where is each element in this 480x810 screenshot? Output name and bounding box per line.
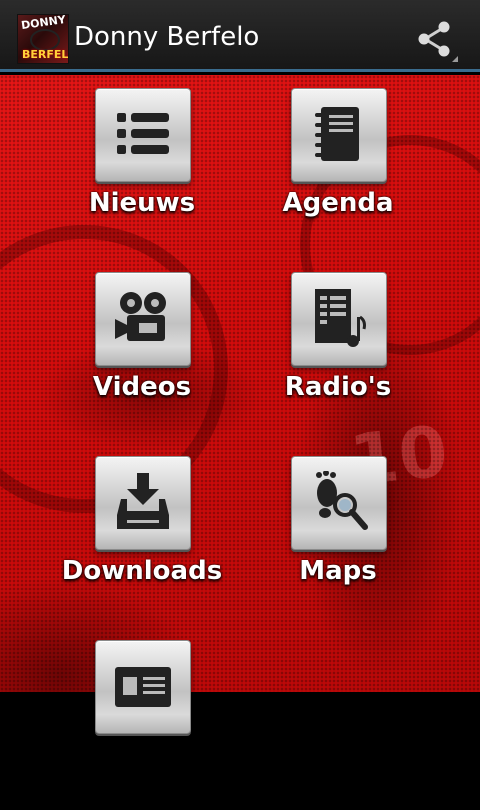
logo-text-bottom: BERFELO xyxy=(22,48,69,61)
menu-item-maps[interactable]: Maps xyxy=(240,456,436,626)
nieuws-button[interactable] xyxy=(95,88,191,182)
radios-button[interactable] xyxy=(291,272,387,366)
share-icon[interactable] xyxy=(414,18,458,62)
downloads-label: Downloads xyxy=(61,556,223,586)
menu-item-videos[interactable]: Videos xyxy=(44,272,240,442)
videos-label: Videos xyxy=(92,372,192,402)
menu-item-downloads[interactable]: Downloads xyxy=(44,456,240,626)
videos-button[interactable] xyxy=(95,272,191,366)
notebook-icon xyxy=(315,107,359,161)
app-logo[interactable]: DONNY BERFELO xyxy=(17,14,69,64)
agenda-label: Agenda xyxy=(282,188,394,218)
action-bar: DONNY BERFELO Donny Berfelo xyxy=(0,0,480,72)
downloads-button[interactable] xyxy=(95,456,191,550)
radios-label: Radio's xyxy=(284,372,392,402)
download-icon xyxy=(117,473,169,529)
app-title: Donny Berfelo xyxy=(74,22,260,52)
list-icon xyxy=(117,113,169,154)
menu-item-radios[interactable]: Radio's xyxy=(240,272,436,442)
menu-item-nieuws[interactable]: Nieuws xyxy=(44,88,240,258)
contact-button[interactable] xyxy=(95,640,191,734)
contact-card-icon xyxy=(115,667,171,707)
camera-icon xyxy=(115,292,166,341)
nieuws-label: Nieuws xyxy=(88,188,196,218)
maps-label: Maps xyxy=(299,556,377,586)
agenda-button[interactable] xyxy=(291,88,387,182)
footprint-search-icon xyxy=(316,471,368,530)
maps-button[interactable] xyxy=(291,456,387,550)
menu-item-agenda[interactable]: Agenda xyxy=(240,88,436,258)
menu-item-contact[interactable] xyxy=(44,640,240,810)
music-file-icon xyxy=(315,289,366,347)
